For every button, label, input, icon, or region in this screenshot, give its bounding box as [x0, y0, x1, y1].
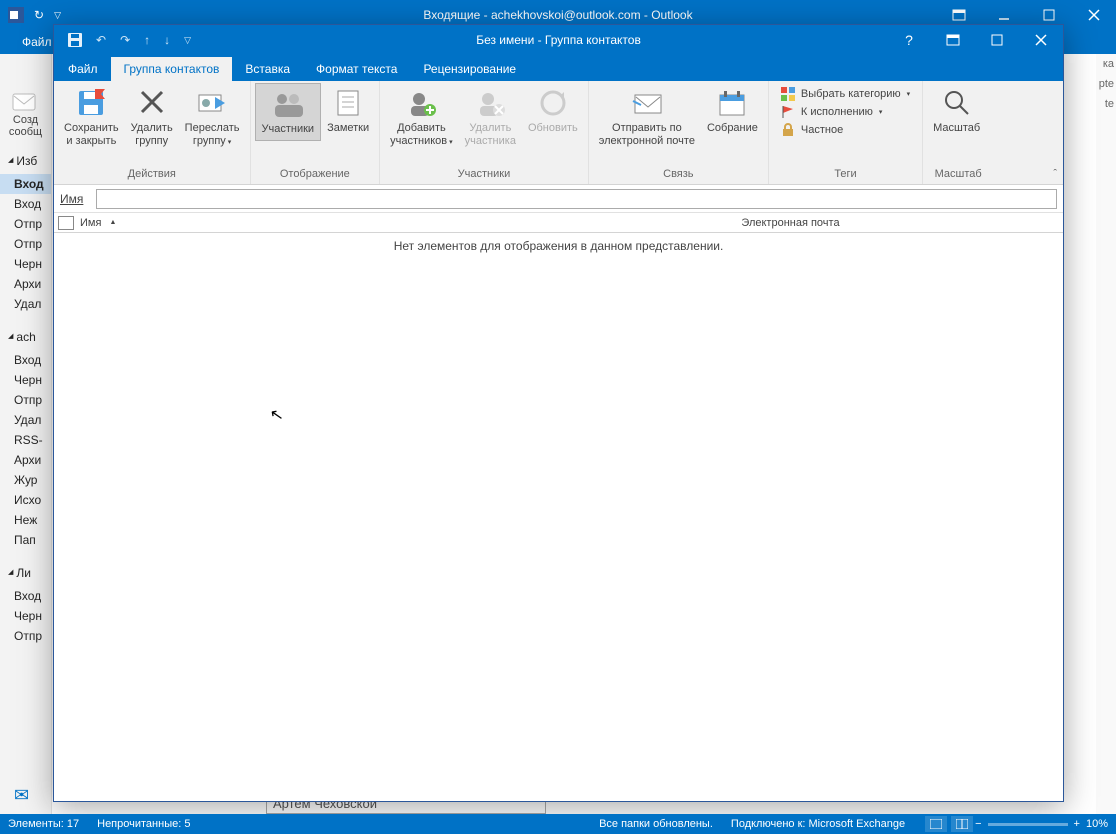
- new-mail-button[interactable]: Созд сообщ: [0, 54, 51, 144]
- folder-pane: Созд сообщ ИзбВходВходОтпрОтпрЧернАрхиУд…: [0, 54, 52, 814]
- folder-item[interactable]: Пап: [0, 530, 51, 550]
- tab-contact-group[interactable]: Группа контактов: [111, 57, 233, 81]
- icon-column-header[interactable]: [58, 216, 74, 230]
- zoom-level: 10%: [1086, 818, 1108, 830]
- mail-module-icon[interactable]: ✉: [14, 785, 29, 806]
- follow-up-button[interactable]: К исполнению▾: [781, 105, 910, 119]
- folder-header[interactable]: ach: [0, 324, 51, 350]
- meeting-button[interactable]: Собрание: [701, 83, 764, 139]
- close-button[interactable]: [1071, 0, 1116, 30]
- status-items: Элементы: 17: [8, 818, 79, 830]
- group-label-tags: Теги: [773, 168, 918, 184]
- folder-item[interactable]: Удал: [0, 294, 51, 314]
- tab-format-text[interactable]: Формат текста: [303, 57, 410, 81]
- contact-group-ribbon: Сохранить и закрыть Удалить группу Перес…: [54, 81, 1063, 185]
- remove-member-button: Удалить участника: [459, 83, 522, 152]
- inner-maximize-button[interactable]: [975, 25, 1019, 55]
- folder-item[interactable]: Черн: [0, 370, 51, 390]
- qat-customize-icon[interactable]: ▽: [184, 35, 191, 46]
- contact-group-title: Без имени - Группа контактов: [476, 33, 641, 47]
- right-edge-strip: каptete: [1096, 54, 1116, 814]
- folder-item[interactable]: Отпр: [0, 234, 51, 254]
- group-label-members: Участники: [384, 168, 584, 184]
- email-column-header[interactable]: Электронная почта: [518, 217, 1063, 229]
- categorize-button[interactable]: Выбрать категорию▾: [781, 87, 910, 101]
- folder-item[interactable]: RSS-: [0, 430, 51, 450]
- folder-header[interactable]: Ли: [0, 560, 51, 586]
- notes-view-button[interactable]: Заметки: [321, 83, 375, 139]
- folder-item[interactable]: Вход: [0, 174, 51, 194]
- view-normal-button[interactable]: [925, 816, 947, 832]
- redo-icon[interactable]: ↷: [120, 33, 130, 47]
- contact-group-titlebar: ↶ ↷ ↑ ↓ ▽ Без имени - Группа контактов ?: [54, 25, 1063, 55]
- group-label-communicate: Связь: [593, 168, 764, 184]
- folder-item[interactable]: Черн: [0, 606, 51, 626]
- folder-item[interactable]: Архи: [0, 274, 51, 294]
- undo-icon[interactable]: ↶: [96, 33, 106, 47]
- view-reading-button[interactable]: [951, 816, 973, 832]
- save-icon[interactable]: [68, 33, 82, 47]
- tab-review[interactable]: Рецензирование: [410, 57, 529, 81]
- zoom-button[interactable]: Масштаб: [927, 83, 986, 139]
- folder-item[interactable]: Архи: [0, 450, 51, 470]
- tab-file[interactable]: Файл: [54, 57, 111, 81]
- qat-dropdown-icon[interactable]: ▽: [54, 10, 61, 21]
- group-label-display: Отображение: [255, 168, 376, 184]
- inner-ribbon-display-icon[interactable]: [931, 25, 975, 55]
- outlook-app-icon: [8, 7, 24, 23]
- folder-item[interactable]: Удал: [0, 410, 51, 430]
- send-email-button[interactable]: Отправить по электронной почте: [593, 83, 701, 152]
- tab-insert[interactable]: Вставка: [232, 57, 303, 81]
- folder-item[interactable]: Вход: [0, 350, 51, 370]
- contact-group-window: ↶ ↷ ↑ ↓ ▽ Без имени - Группа контактов ?…: [53, 24, 1064, 802]
- folder-header[interactable]: Изб: [0, 148, 51, 174]
- zoom-slider[interactable]: [988, 823, 1068, 826]
- group-label-actions: Действия: [58, 168, 246, 184]
- contact-group-ribbon-tabs: Файл Группа контактов Вставка Формат тек…: [54, 55, 1063, 81]
- members-list-header: Имя Электронная почта: [54, 213, 1063, 233]
- group-label-zoom: Масштаб: [927, 168, 989, 184]
- folder-item[interactable]: Жур: [0, 470, 51, 490]
- help-icon[interactable]: ?: [887, 25, 931, 55]
- name-column-header[interactable]: Имя: [78, 217, 518, 229]
- up-icon[interactable]: ↑: [144, 33, 150, 47]
- down-icon[interactable]: ↓: [164, 33, 170, 47]
- zoom-in-button[interactable]: +: [1074, 818, 1080, 830]
- members-view-button[interactable]: Участники: [255, 83, 322, 141]
- save-and-close-button[interactable]: Сохранить и закрыть: [58, 83, 125, 152]
- status-unread: Непрочитанные: 5: [97, 818, 190, 830]
- folder-item[interactable]: Исхо: [0, 490, 51, 510]
- members-list-body: Нет элементов для отображения в данном п…: [54, 233, 1063, 801]
- zoom-out-button[interactable]: −: [975, 818, 981, 830]
- status-connection: Подключено к: Microsoft Exchange: [731, 818, 905, 830]
- collapse-ribbon-icon[interactable]: ˆ: [1053, 168, 1057, 180]
- status-bar: Элементы: 17 Непрочитанные: 5 Все папки …: [0, 814, 1116, 834]
- name-field-row: Имя: [54, 185, 1063, 213]
- add-members-button[interactable]: Добавить участников: [384, 83, 459, 153]
- empty-list-message: Нет элементов для отображения в данном п…: [54, 239, 1063, 253]
- outlook-window-title: Входящие - achekhovskoi@outlook.com - Ou…: [423, 8, 692, 22]
- private-button[interactable]: Частное: [781, 123, 910, 137]
- name-label[interactable]: Имя: [60, 192, 96, 206]
- folder-item[interactable]: Вход: [0, 586, 51, 606]
- folder-item[interactable]: Черн: [0, 254, 51, 274]
- status-sync: Все папки обновлены.: [599, 818, 713, 830]
- delete-group-button[interactable]: Удалить группу: [125, 83, 179, 152]
- folder-item[interactable]: Отпр: [0, 626, 51, 646]
- update-button: Обновить: [522, 83, 584, 139]
- folder-item[interactable]: Неж: [0, 510, 51, 530]
- group-name-input[interactable]: [96, 189, 1057, 209]
- folder-item[interactable]: Вход: [0, 194, 51, 214]
- inner-close-button[interactable]: [1019, 25, 1063, 55]
- folder-item[interactable]: Отпр: [0, 390, 51, 410]
- folder-item[interactable]: Отпр: [0, 214, 51, 234]
- send-receive-icon[interactable]: ↻: [34, 8, 44, 22]
- forward-group-button[interactable]: Переслать группу: [179, 83, 246, 153]
